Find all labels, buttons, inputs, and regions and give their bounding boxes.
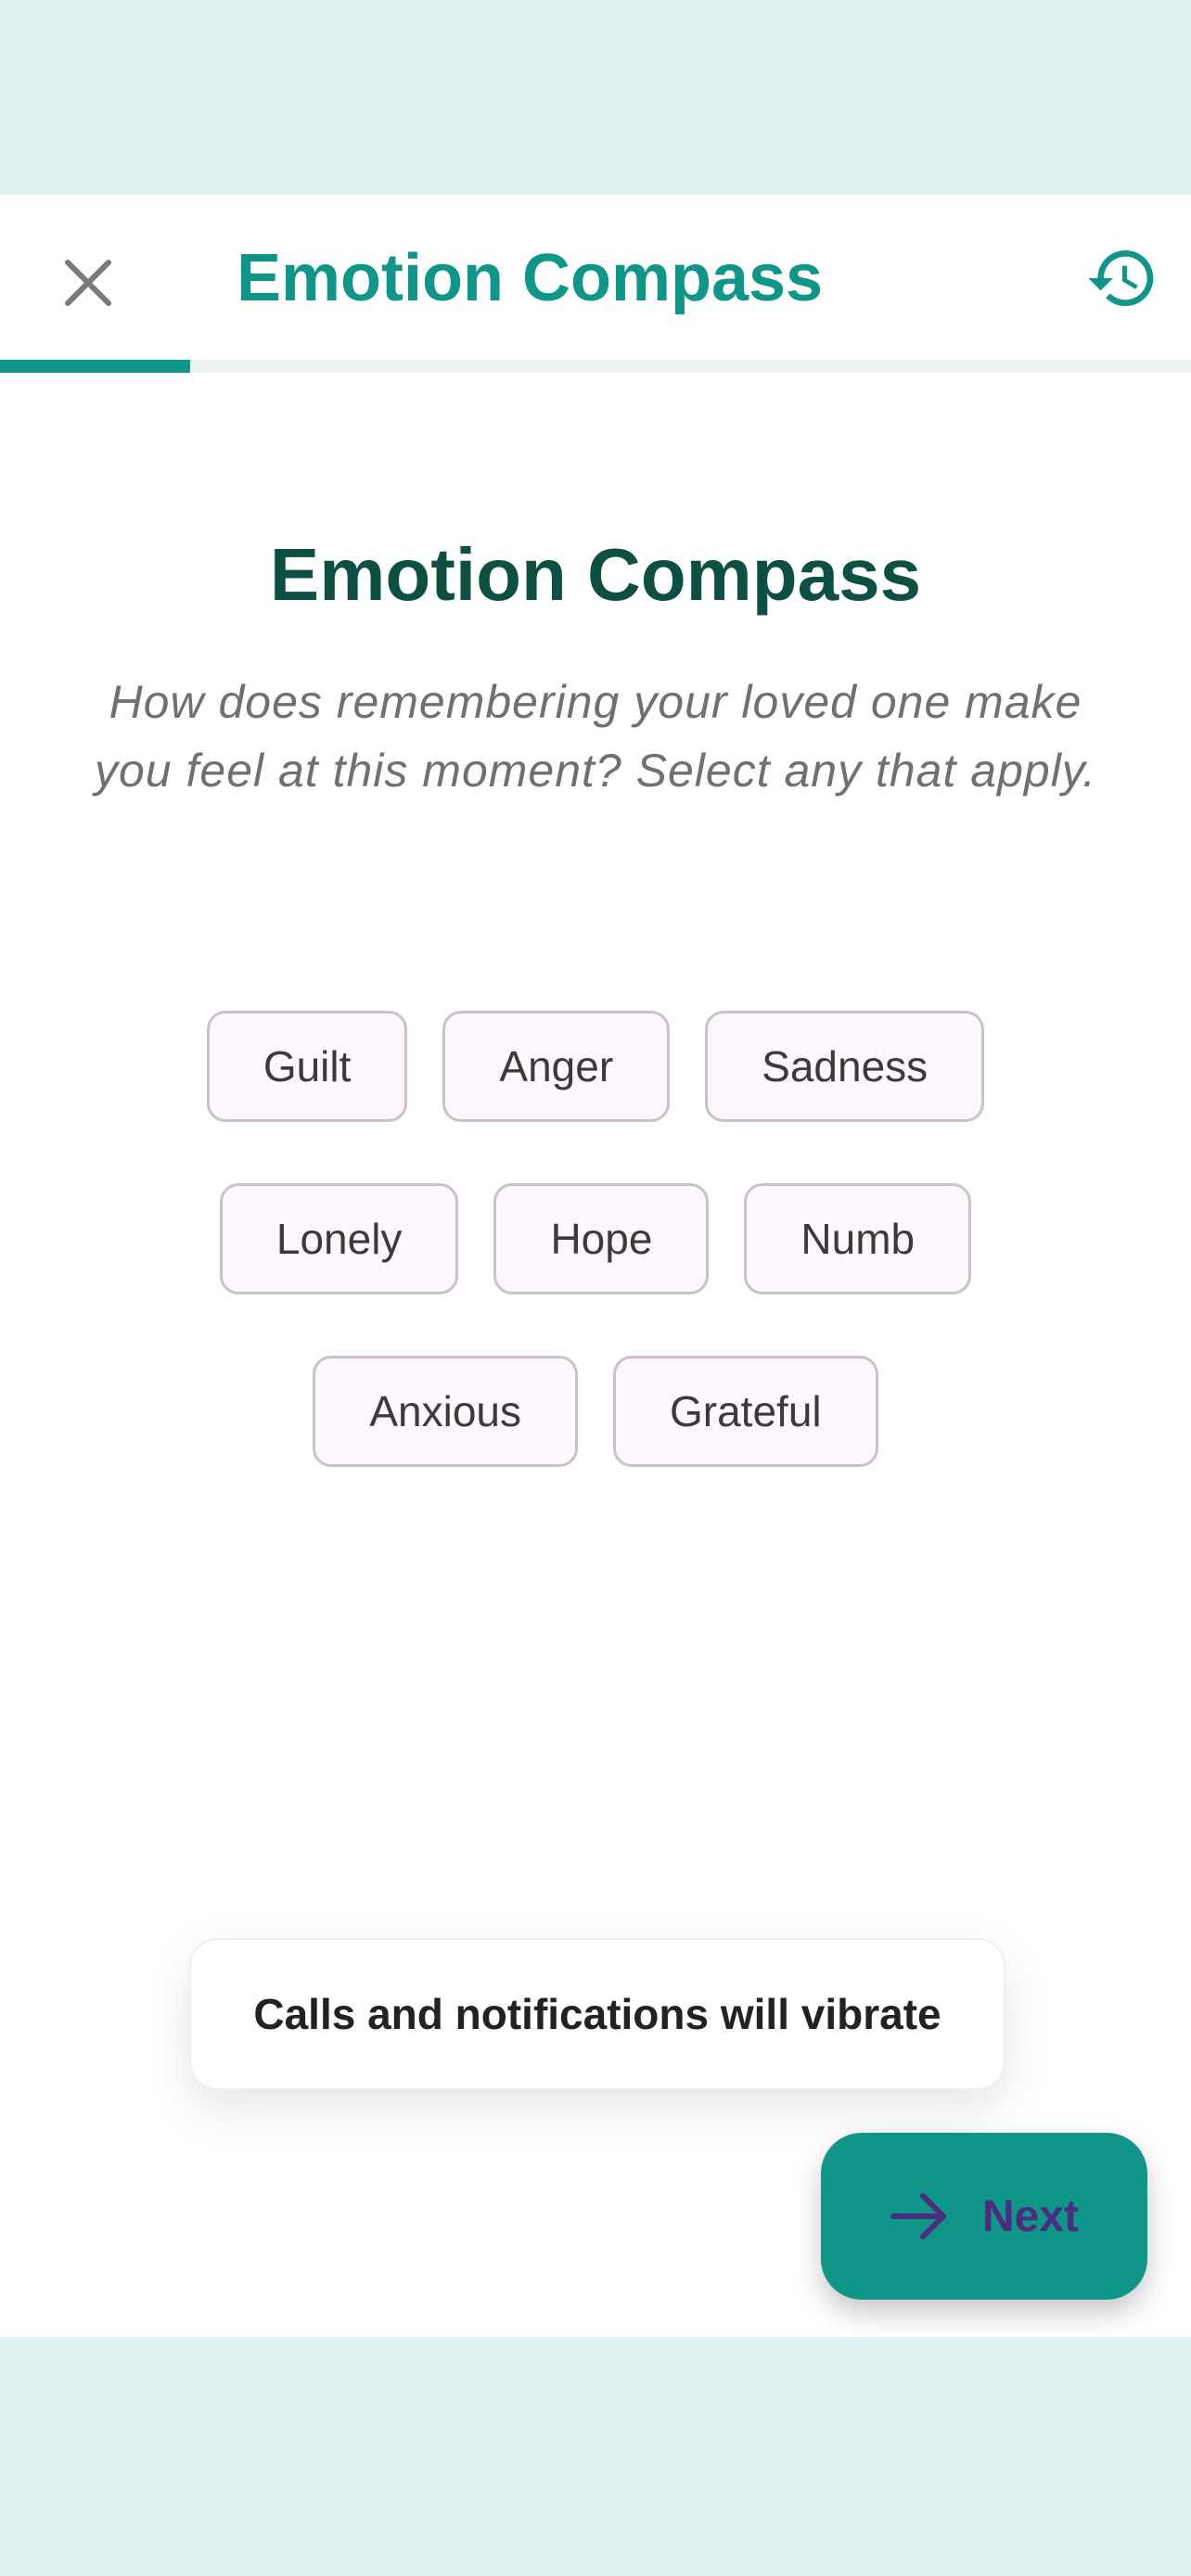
emotion-chip-lonely[interactable]: Lonely bbox=[219, 1183, 459, 1294]
progress-bar-fill bbox=[0, 360, 191, 373]
app-bar: Emotion Compass bbox=[0, 195, 1191, 360]
close-button[interactable] bbox=[46, 241, 130, 325]
app-title: Emotion Compass bbox=[237, 241, 824, 315]
question-prompt: How does remembering your loved one make… bbox=[95, 676, 1096, 797]
close-icon bbox=[62, 257, 114, 309]
toast-notification: Calls and notifications will vibrate bbox=[189, 1938, 1005, 2090]
emotion-chip-numb[interactable]: Numb bbox=[744, 1183, 972, 1294]
page-heading: Emotion Compass bbox=[269, 533, 922, 616]
emotion-chip-guilt[interactable]: Guilt bbox=[206, 1011, 408, 1122]
next-button[interactable]: Next bbox=[821, 2133, 1147, 2300]
emotion-chip-hope[interactable]: Hope bbox=[493, 1183, 710, 1294]
history-button[interactable] bbox=[1076, 232, 1169, 325]
chip-row: Lonely Hope Numb bbox=[0, 1183, 1191, 1294]
progress-bar bbox=[0, 360, 1191, 373]
chip-row: Guilt Anger Sadness bbox=[0, 1011, 1191, 1122]
emotion-chip-group: Guilt Anger Sadness Lonely Hope Numb Anxious Gr… bbox=[0, 1011, 1191, 1528]
emotion-chip-anger[interactable]: Anger bbox=[442, 1011, 671, 1122]
emotion-chip-grateful[interactable]: Grateful bbox=[613, 1356, 878, 1467]
chip-row: Anxious Grateful bbox=[0, 1356, 1191, 1467]
app-screen: Emotion Compass Emotion Compass How does… bbox=[0, 195, 1191, 2337]
arrow-right-icon bbox=[890, 2192, 949, 2240]
emotion-chip-sadness[interactable]: Sadness bbox=[705, 1011, 985, 1122]
emotion-chip-anxious[interactable]: Anxious bbox=[313, 1356, 578, 1467]
history-icon bbox=[1085, 241, 1159, 315]
next-button-label: Next bbox=[981, 2191, 1080, 2241]
